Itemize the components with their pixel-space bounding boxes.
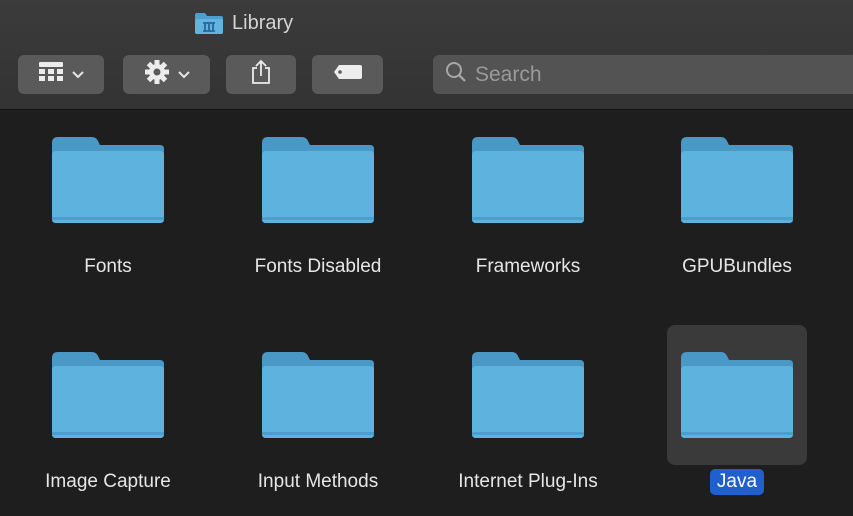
folder-item[interactable]: Internet Plug-Ins bbox=[458, 325, 598, 495]
search-icon bbox=[445, 61, 467, 88]
folder-icon bbox=[681, 352, 793, 438]
toolbar: Library bbox=[0, 0, 853, 110]
finder-window: Library Search Fonts Fonts Disabled Fram… bbox=[0, 0, 853, 516]
folder-tile bbox=[38, 325, 178, 465]
folder-label: Java bbox=[627, 469, 847, 495]
folder-item[interactable]: Frameworks bbox=[458, 110, 598, 280]
folder-tile bbox=[667, 110, 807, 250]
folder-grid: Fonts Fonts Disabled Frameworks GPUBundl… bbox=[0, 110, 853, 516]
folder-item[interactable]: Image Capture bbox=[38, 325, 178, 495]
chevron-down-icon bbox=[72, 67, 84, 82]
folder-tile bbox=[38, 110, 178, 250]
tags-button[interactable] bbox=[312, 55, 383, 94]
folder-icon bbox=[681, 137, 793, 223]
folder-item-selected[interactable]: Java bbox=[667, 325, 807, 495]
window-title: Library bbox=[194, 10, 293, 36]
folder-label: Fonts bbox=[84, 256, 132, 277]
folder-tile bbox=[458, 110, 598, 250]
search-input[interactable] bbox=[475, 62, 775, 87]
folder-icon bbox=[262, 137, 374, 223]
chevron-down-icon bbox=[177, 67, 190, 82]
view-options-button[interactable] bbox=[18, 55, 104, 94]
folder-icon bbox=[472, 137, 584, 223]
folder-icon bbox=[52, 137, 164, 223]
grid-view-icon bbox=[38, 61, 64, 88]
share-icon bbox=[251, 59, 271, 90]
folder-tile bbox=[458, 325, 598, 465]
search-field[interactable] bbox=[433, 55, 853, 94]
folder-item[interactable]: GPUBundles bbox=[667, 110, 807, 280]
share-button[interactable] bbox=[226, 55, 296, 94]
window-title-text: Library bbox=[232, 11, 294, 34]
folder-icon bbox=[472, 352, 584, 438]
folder-label: Image Capture bbox=[45, 471, 171, 492]
folder-label: Frameworks bbox=[475, 256, 581, 277]
tag-icon bbox=[333, 64, 363, 85]
folder-item[interactable]: Fonts bbox=[38, 110, 178, 280]
folder-label: GPUBundles bbox=[682, 256, 792, 277]
library-folder-icon bbox=[194, 11, 224, 35]
action-button[interactable] bbox=[123, 55, 210, 94]
folder-tile bbox=[248, 325, 388, 465]
folder-item[interactable]: Input Methods bbox=[248, 325, 388, 495]
folder-label: Input Methods bbox=[257, 471, 379, 492]
folder-icon bbox=[262, 352, 374, 438]
folder-tile bbox=[248, 110, 388, 250]
folder-tile-selected bbox=[667, 325, 807, 465]
folder-icon bbox=[52, 352, 164, 438]
folder-label: Fonts Disabled bbox=[254, 256, 382, 277]
folder-item[interactable]: Fonts Disabled bbox=[248, 110, 388, 280]
gear-icon bbox=[144, 59, 170, 90]
folder-label: Internet Plug-Ins bbox=[458, 471, 598, 492]
